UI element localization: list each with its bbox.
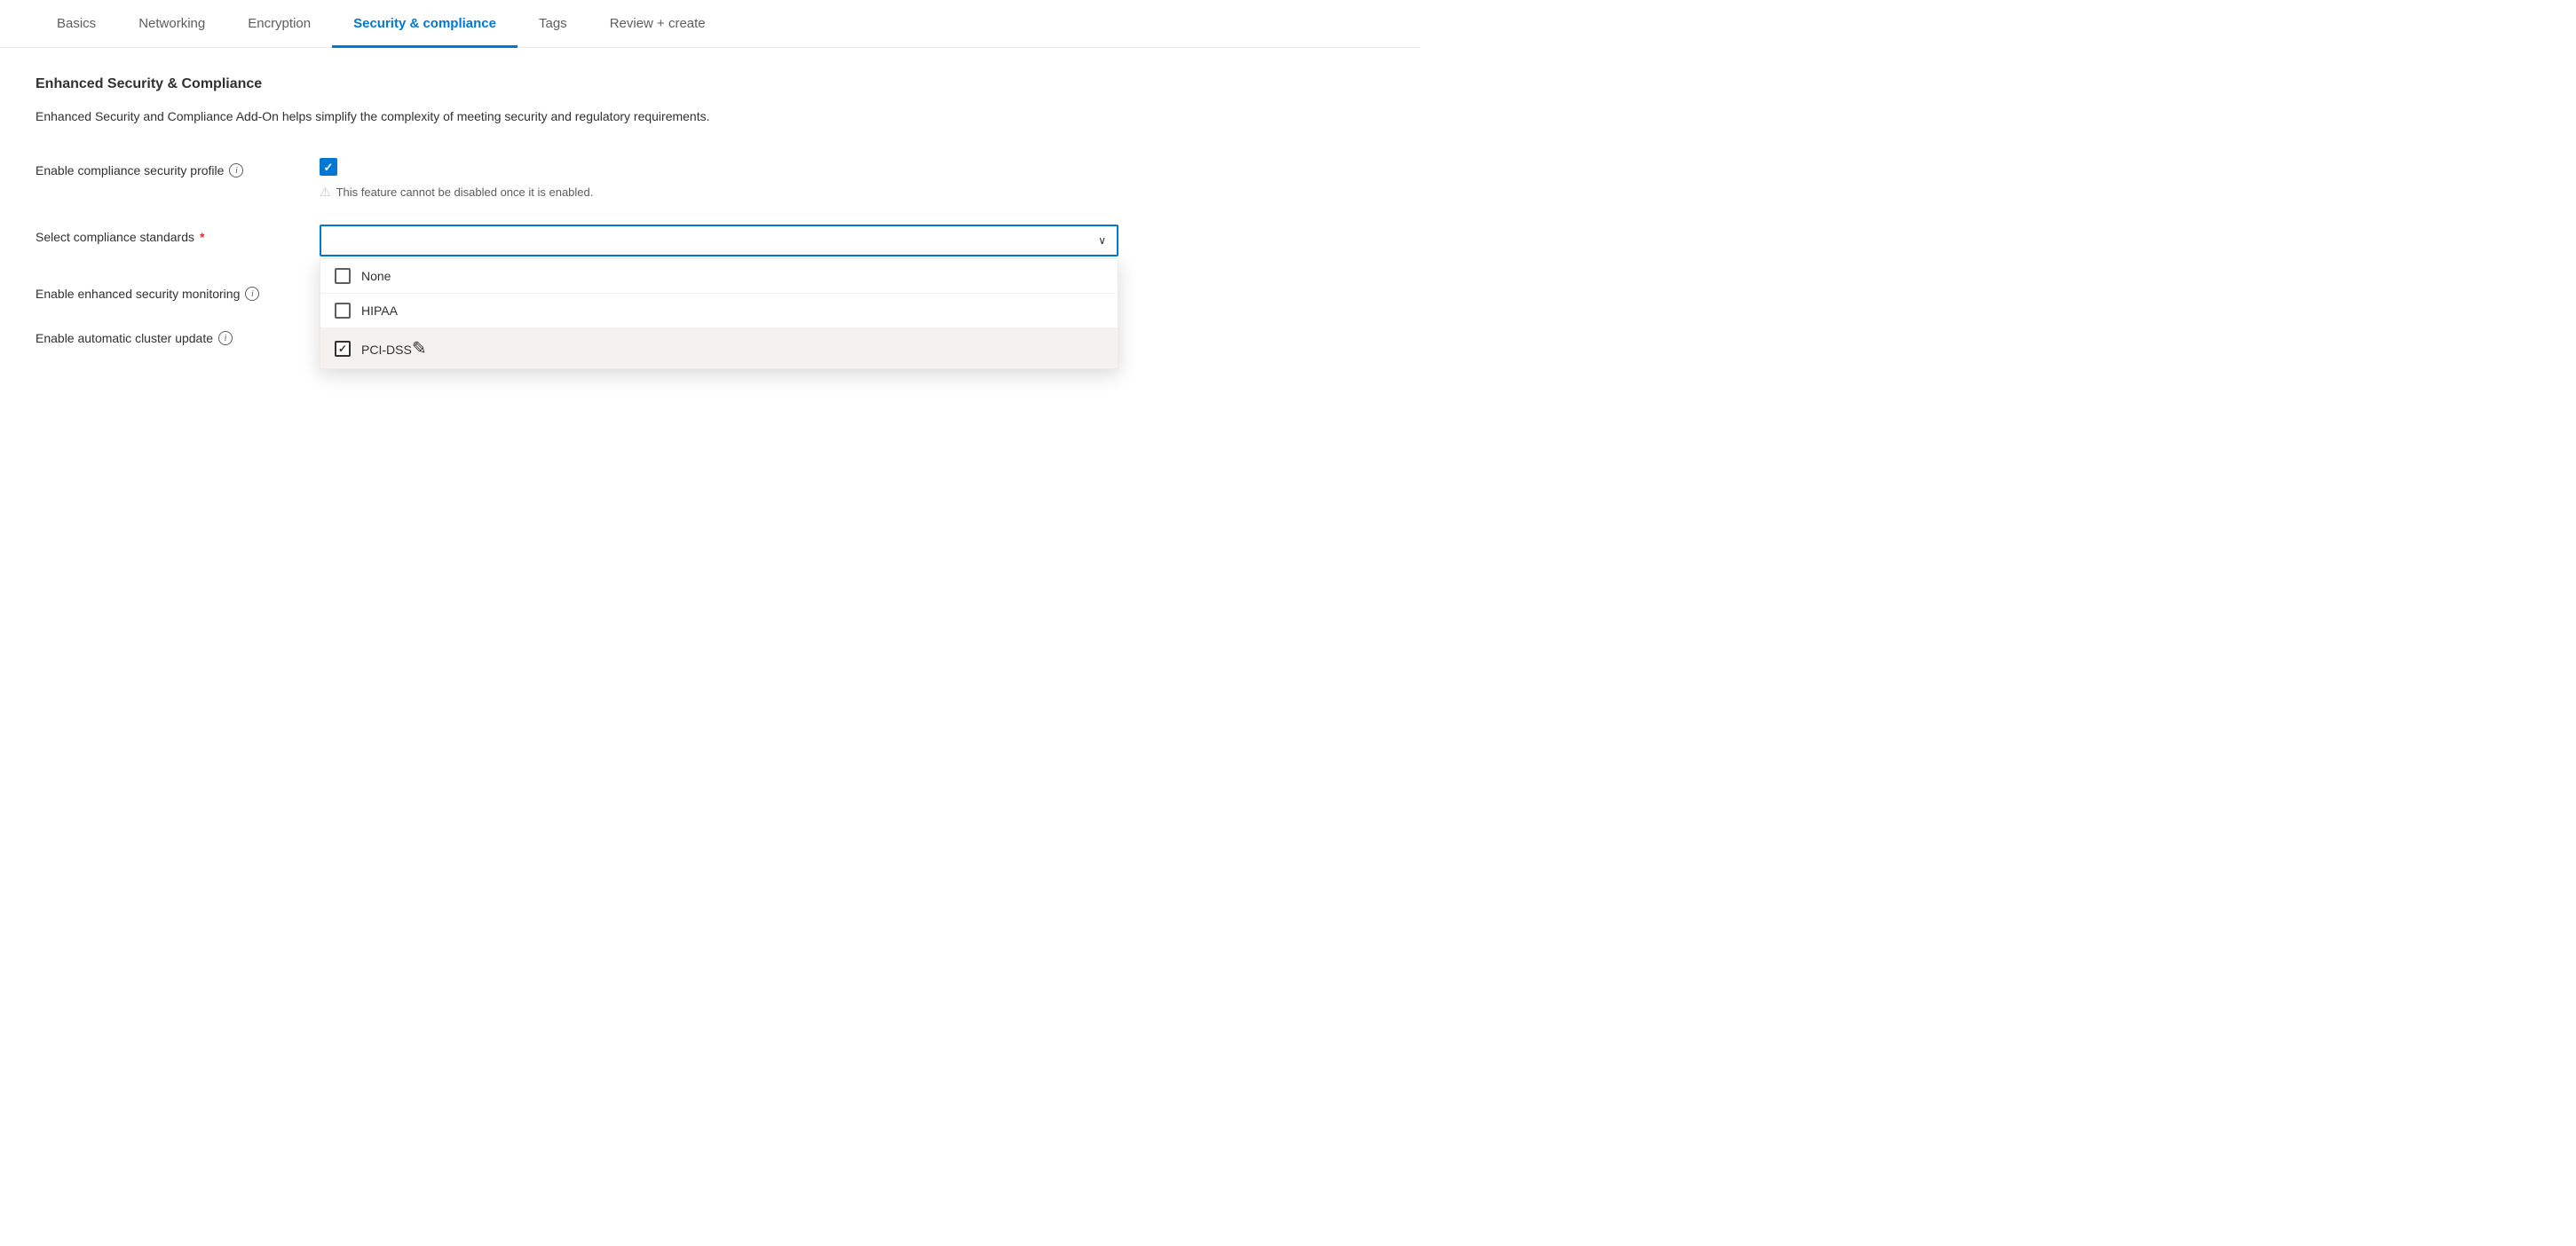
none-checkbox[interactable]	[335, 268, 351, 284]
dropdown-item-hipaa[interactable]: HIPAA	[320, 294, 1118, 328]
required-indicator: *	[200, 230, 204, 244]
compliance-profile-info-icon[interactable]: i	[229, 163, 243, 177]
tab-security-compliance[interactable]: Security & compliance	[332, 0, 518, 48]
dropdown-item-pci-dss[interactable]: PCI-DSS✎	[320, 328, 1118, 368]
compliance-profile-row: Enable compliance security profile i ✓ ⚠…	[36, 158, 1385, 200]
compliance-profile-warning: ⚠ This feature cannot be disabled once i…	[320, 185, 1118, 200]
tab-navigation: Basics Networking Encryption Security & …	[0, 0, 1420, 48]
cluster-update-info-icon[interactable]: i	[218, 331, 233, 345]
compliance-profile-control: ✓ ⚠ This feature cannot be disabled once…	[320, 158, 1118, 200]
section-title: Enhanced Security & Compliance	[36, 76, 1385, 92]
compliance-standards-control: ∨ None HIPAA	[320, 225, 1118, 256]
main-content: Enhanced Security & Compliance Enhanced …	[0, 48, 1420, 398]
compliance-profile-label: Enable compliance security profile i	[36, 158, 320, 177]
tab-basics[interactable]: Basics	[36, 0, 117, 48]
compliance-profile-checkbox[interactable]: ✓	[320, 158, 337, 176]
compliance-standards-dropdown: ∨ None HIPAA	[320, 225, 1118, 256]
compliance-standards-dropdown-menu: None HIPAA PCI-DSS✎	[320, 258, 1118, 369]
chevron-down-icon: ∨	[1098, 234, 1106, 247]
hipaa-checkbox[interactable]	[335, 303, 351, 319]
tab-tags[interactable]: Tags	[518, 0, 589, 48]
hipaa-label: HIPAA	[361, 304, 398, 318]
warning-icon: ⚠	[320, 185, 331, 200]
tab-networking[interactable]: Networking	[117, 0, 226, 48]
tab-encryption[interactable]: Encryption	[226, 0, 332, 48]
compliance-profile-checkmark: ✓	[324, 162, 334, 173]
none-label: None	[361, 269, 391, 283]
warning-text: This feature cannot be disabled once it …	[336, 185, 594, 199]
cluster-update-label: Enable automatic cluster update i	[36, 326, 320, 345]
page-container: Basics Networking Encryption Security & …	[0, 0, 1420, 398]
compliance-standards-row: Select compliance standards * ∨ N	[36, 225, 1385, 256]
pci-dss-label: PCI-DSS✎	[361, 337, 427, 359]
dropdown-item-none[interactable]: None	[320, 259, 1118, 294]
compliance-standards-label: Select compliance standards *	[36, 225, 320, 244]
compliance-standards-dropdown-trigger[interactable]: ∨	[320, 225, 1118, 256]
compliance-profile-checkbox-container: ✓	[320, 158, 1118, 176]
security-monitoring-label: Enable enhanced security monitoring i	[36, 281, 320, 301]
tab-review-create[interactable]: Review + create	[589, 0, 727, 48]
security-monitoring-info-icon[interactable]: i	[245, 287, 259, 301]
section-description: Enhanced Security and Compliance Add-On …	[36, 106, 710, 126]
pci-dss-checkbox[interactable]	[335, 341, 351, 357]
